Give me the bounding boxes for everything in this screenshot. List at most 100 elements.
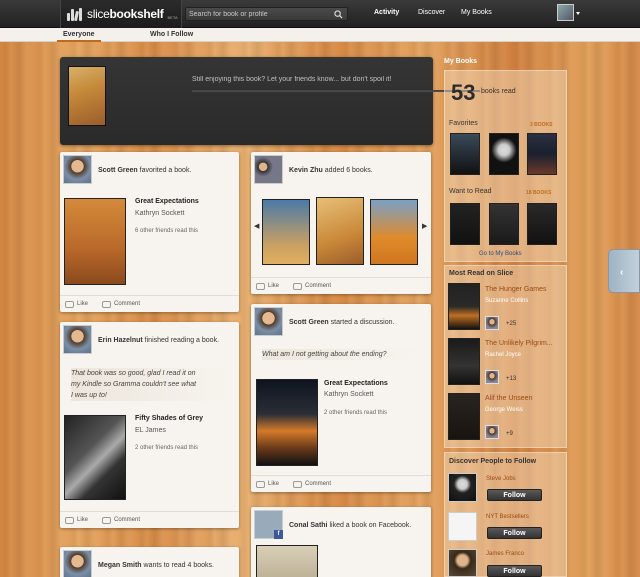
book-author: George Weiss [485,407,523,413]
thumbs-up-icon [256,480,265,488]
book-title[interactable]: Alif the Unseen [485,395,532,402]
book-cover[interactable] [527,203,557,245]
activity-text: Kevin Zhu added 6 books. [289,167,373,174]
feed-card: f Conal Sathi liked a book on Facebook. [251,507,431,577]
go-to-my-books-link[interactable]: Go to My Books [479,251,522,257]
tab-who-i-follow[interactable]: Who I Follow [150,31,193,38]
book-title[interactable]: Great Expectations [135,198,199,205]
book-title[interactable]: Fifty Shades of Grey [135,415,203,422]
avatar[interactable] [63,325,92,354]
nyt-logo-icon[interactable] [448,512,477,541]
discover-people-title: Discover People to Follow [449,458,537,465]
activity-text: Megan Smith wants to read 4 books. [98,562,214,569]
book-cover[interactable] [64,415,126,500]
user-avatar[interactable] [557,4,574,21]
book-cover[interactable] [64,198,126,285]
book-cover[interactable] [450,203,480,245]
thumbs-up-icon [65,300,74,308]
book-cover[interactable] [370,199,418,265]
avatar[interactable] [63,550,92,577]
book-cover[interactable] [256,545,318,577]
book-cover[interactable] [316,197,364,265]
status-input[interactable] [192,69,480,91]
person-name[interactable]: Steve Jobs [486,476,516,482]
like-button[interactable]: Like [256,282,279,290]
chevron-down-icon[interactable] [576,12,580,15]
book-cover[interactable] [256,379,318,466]
my-books-title[interactable]: My Books [444,58,477,65]
nav-activity[interactable]: Activity [374,9,399,16]
reader-count: +9 [506,431,513,437]
avatar[interactable] [254,155,283,184]
current-book-cover[interactable] [68,66,106,126]
activity-text: Scott Green favorited a book. [98,167,192,174]
beta-label: BETA [167,14,178,20]
comment-button[interactable]: Comment [102,516,140,524]
feed-card: Kevin Zhu added 6 books. ◀ ▶ Like Commen… [251,152,431,294]
friends-read-count: 2 other friends read this [324,410,388,416]
want-to-read-label[interactable]: Want to Read [449,188,492,195]
search-icon[interactable] [334,10,343,19]
avatar[interactable]: f [254,510,283,539]
avatar[interactable] [63,155,92,184]
avatar[interactable] [485,316,499,330]
comment-button[interactable]: Comment [293,480,331,488]
side-panel-toggle[interactable]: ‹ [608,249,640,293]
avatar[interactable] [485,370,499,384]
user-name[interactable]: Kevin Zhu [289,167,323,174]
friends-read-count: 2 other friends read this [135,445,199,451]
logo[interactable]: slicebookshelf BETA [60,0,182,28]
carousel-next-icon[interactable]: ▶ [422,222,427,230]
thumbs-up-icon [256,282,265,290]
books-read-count: 53 [451,80,476,105]
user-name[interactable]: Erin Hazelnut [98,337,143,344]
nav-discover[interactable]: Discover [418,9,445,16]
book-cover[interactable] [448,283,480,330]
quote-line-2: my Kindle so Gramma couldn't see what [71,379,231,390]
search-box[interactable] [185,7,348,21]
comment-icon [293,480,303,488]
most-read-title: Most Read on Slice [449,270,514,277]
avatar[interactable] [448,549,477,577]
book-title[interactable]: The Hunger Games [485,286,546,293]
top-bar: slicebookshelf BETA Activity Discover My… [0,0,640,28]
divider [192,91,480,92]
favorites-label[interactable]: Favorites [449,120,478,127]
avatar[interactable] [448,473,477,502]
user-name[interactable]: Scott Green [289,319,329,326]
comment-button[interactable]: Comment [293,282,331,290]
like-button[interactable]: Like [256,480,279,488]
book-cover[interactable] [448,338,480,385]
discussion-question[interactable]: What am I not getting about the ending? [262,349,422,360]
logo-text: slicebookshelf [87,7,164,21]
quote-line-3: I was up to! [71,390,231,401]
person-name[interactable]: NYT Bestsellers [486,514,529,520]
book-title[interactable]: The Unlikely Pilgrim... [485,340,553,347]
like-button[interactable]: Like [65,516,88,524]
book-title[interactable]: Great Expectations [324,380,388,387]
carousel-prev-icon[interactable]: ◀ [254,222,259,230]
user-name[interactable]: Scott Green [98,167,138,174]
want-to-read-count: 18 BOOKS [526,190,552,196]
person-name[interactable]: James Franco [486,551,524,557]
book-cover[interactable] [527,133,557,175]
like-button[interactable]: Like [65,300,88,308]
user-name[interactable]: Megan Smith [98,562,142,569]
feed-filter-bar: Everyone Who I Follow [0,28,640,42]
avatar[interactable] [485,425,499,439]
book-cover[interactable] [262,199,310,265]
nav-my-books[interactable]: My Books [461,9,492,16]
follow-button[interactable]: Follow [487,565,542,577]
follow-button[interactable]: Follow [487,527,542,539]
search-input[interactable] [189,9,329,20]
avatar[interactable] [254,307,283,336]
reader-count: +13 [506,376,517,382]
book-cover[interactable] [450,133,480,175]
book-cover[interactable] [489,133,519,175]
user-name[interactable]: Conal Sathi [289,522,328,529]
book-cover[interactable] [489,203,519,245]
follow-button[interactable]: Follow [487,489,542,501]
comment-button[interactable]: Comment [102,300,140,308]
tab-everyone[interactable]: Everyone [57,31,100,42]
book-cover[interactable] [448,393,480,440]
